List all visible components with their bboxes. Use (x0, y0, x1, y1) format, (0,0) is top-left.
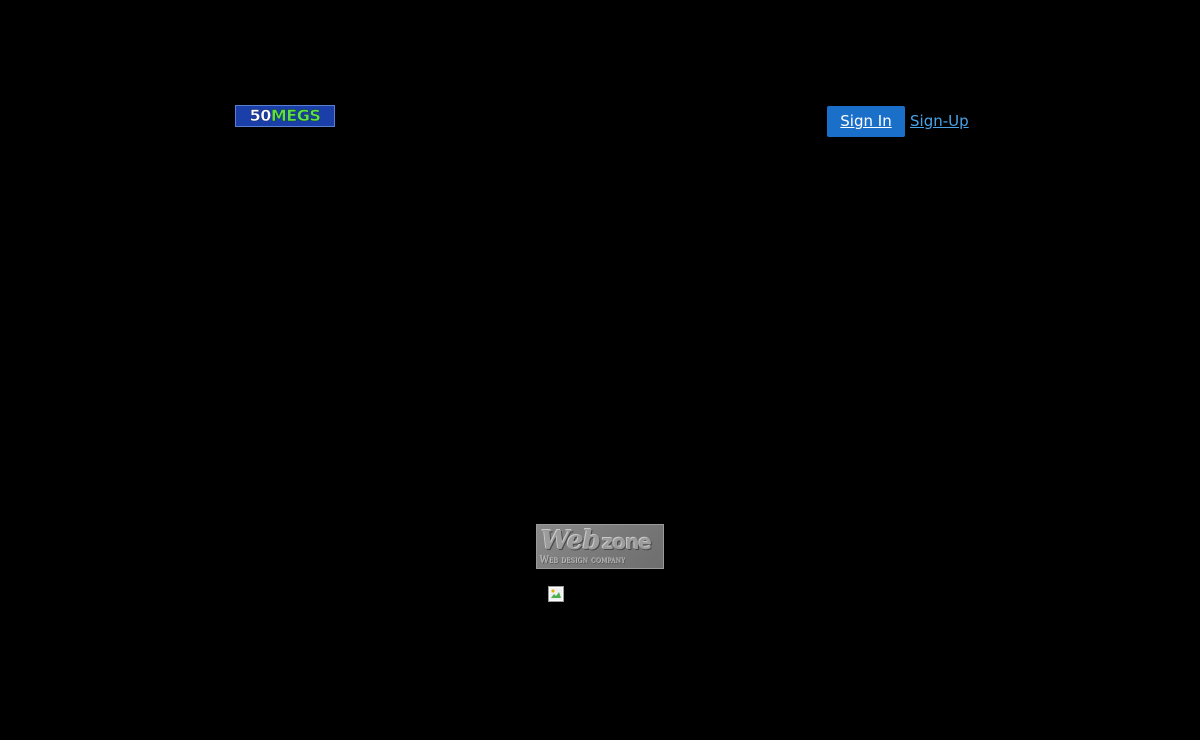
webzone-subtitle: Web design company (540, 556, 626, 566)
fiftymegs-logo[interactable]: 50 MEGS (235, 105, 335, 127)
page: 50 MEGS Sign In Sign-Up Web zone Web desig… (0, 0, 1200, 740)
webzone-title-web: Web (541, 526, 601, 556)
broken-image-icon (548, 586, 564, 602)
logo-number: 50 (249, 106, 271, 125)
sign-in-button[interactable]: Sign In (827, 106, 905, 137)
logo-word: MEGS (270, 106, 321, 125)
sign-up-link[interactable]: Sign-Up (910, 106, 969, 137)
webzone-badge[interactable]: Web zone Web design company (536, 524, 664, 569)
webzone-title-zone: zone (601, 530, 652, 554)
webzone-title: Web zone (541, 526, 652, 557)
